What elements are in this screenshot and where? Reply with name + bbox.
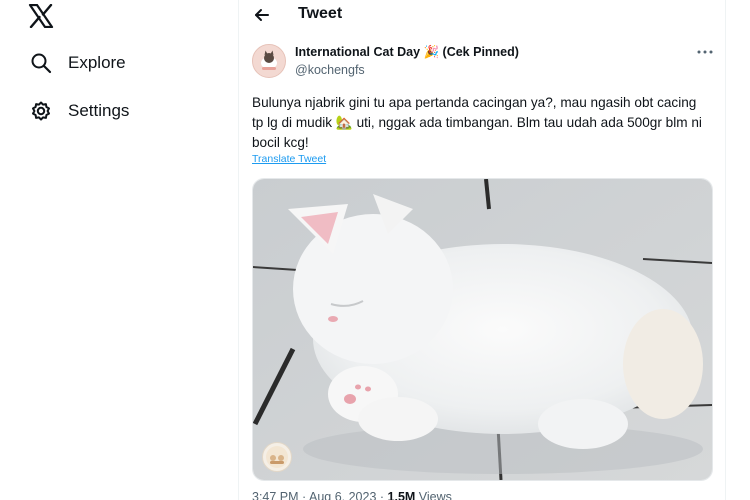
sidebar: Explore Settings (0, 0, 238, 500)
display-name[interactable]: International Cat Day 🎉 (Cek Pinned) (295, 45, 519, 60)
tweet-date[interactable]: Aug 6, 2023 (309, 490, 376, 500)
gear-icon (30, 100, 52, 122)
tweet-photo[interactable] (252, 178, 713, 481)
translate-tweet-link[interactable]: Translate Tweet (252, 153, 326, 165)
back-arrow-icon[interactable] (251, 4, 273, 26)
sidebar-item-label: Explore (68, 53, 126, 72)
more-options-icon[interactable] (695, 44, 715, 60)
watermark-logo-icon (262, 442, 292, 472)
search-icon (30, 52, 52, 74)
tweet-time[interactable]: 3:47 PM (252, 490, 299, 500)
page-title: Tweet (298, 5, 343, 22)
sidebar-item-explore[interactable]: Explore (30, 52, 126, 74)
tweet-header: Tweet (239, 0, 725, 30)
tweet-meta: 3:47 PM · Aug 6, 2023 · 1.5M Views (252, 490, 452, 500)
user-handle[interactable]: @kochengfs (295, 63, 365, 77)
views-label: Views (418, 490, 452, 500)
tweet-text: Bulunya njabrik gini tu apa pertanda cac… (252, 95, 702, 150)
sidebar-item-settings[interactable]: Settings (30, 100, 129, 122)
sidebar-item-label: Settings (68, 101, 130, 120)
main-column: Tweet International Cat Day 🎉 (Cek Pinne… (238, 0, 726, 500)
views-count: 1.5M (387, 490, 416, 500)
x-logo-icon[interactable] (28, 3, 54, 29)
avatar[interactable] (252, 44, 286, 78)
